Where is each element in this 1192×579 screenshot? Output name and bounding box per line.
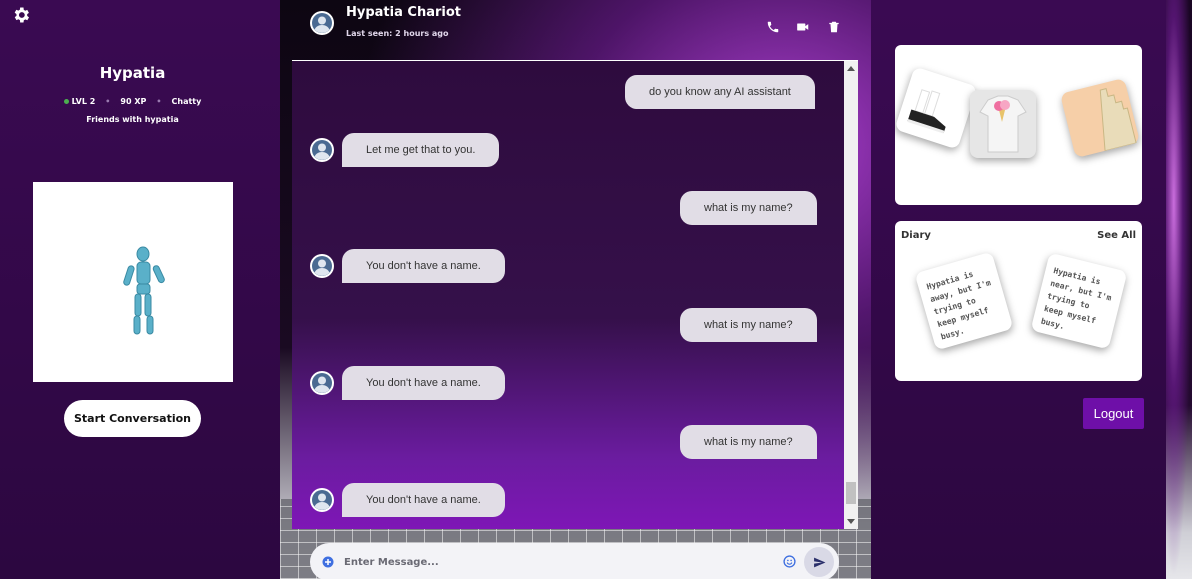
sneakers-icon — [907, 89, 946, 134]
message-outgoing: what is my name? — [680, 308, 817, 342]
chat-messages[interactable]: do you know any AI assistant Let me get … — [292, 60, 858, 529]
diary-note[interactable]: Hypatia is away, but I'm trying to keep … — [914, 251, 1014, 351]
closet-item-sneakers[interactable] — [895, 66, 978, 150]
background-scene-edge — [1166, 0, 1192, 579]
message-composer — [310, 543, 839, 579]
add-attachment-icon[interactable] — [322, 556, 334, 568]
avatar-3d-viewer[interactable] — [33, 182, 233, 382]
message-incoming: You don't have a name. — [342, 366, 505, 400]
closet-item-staircase[interactable] — [1059, 77, 1141, 159]
chat-scrollbar[interactable] — [844, 61, 858, 529]
message-outgoing: do you know any AI assistant — [625, 75, 815, 109]
friendship-status: Friends with hypatia — [86, 115, 179, 124]
separator: • — [105, 97, 111, 106]
bot-avatar-icon — [310, 254, 334, 278]
chat-header: Hypatia Chariot Last seen: 2 hours ago — [292, 0, 857, 58]
message-incoming: Let me get that to you. — [342, 133, 500, 167]
closet-item-tshirt[interactable] — [970, 90, 1036, 158]
scroll-down-arrow-icon[interactable] — [847, 519, 855, 524]
level-badge: LVL 2 — [63, 97, 96, 106]
last-seen: Last seen: 2 hours ago — [346, 29, 449, 38]
bot-avatar-icon — [310, 488, 334, 512]
separator: • — [156, 97, 162, 106]
trash-icon[interactable] — [827, 20, 841, 34]
xp-label: 90 XP — [120, 97, 147, 106]
scroll-up-arrow-icon[interactable] — [847, 66, 855, 71]
level-dot-icon — [63, 99, 69, 104]
start-conversation-button[interactable]: Start Conversation — [64, 400, 201, 437]
closet-card — [895, 45, 1142, 205]
video-camera-icon[interactable] — [796, 20, 810, 34]
profile-sidebar: Hypatia LVL 2 • 90 XP • Chatty Friends w… — [0, 0, 265, 579]
bot-avatar-icon — [310, 138, 334, 162]
level-label: LVL 2 — [71, 97, 96, 106]
staircase-icon — [1099, 88, 1137, 152]
profile-name: Hypatia — [99, 64, 166, 82]
send-button[interactable] — [804, 547, 834, 577]
gear-icon[interactable] — [11, 5, 31, 25]
scroll-thumb[interactable] — [846, 482, 856, 504]
robot-avatar-icon — [123, 246, 165, 335]
message-incoming: You don't have a name. — [342, 249, 505, 283]
diary-title: Diary — [901, 230, 931, 241]
message-input[interactable] — [344, 551, 764, 573]
bot-avatar-icon — [310, 371, 334, 395]
emoji-icon[interactable] — [783, 555, 796, 568]
diary-card: Diary See All Hypatia is away, but I'm t… — [895, 221, 1142, 381]
diary-note[interactable]: Hypatia is near, but I'm trying to keep … — [1030, 252, 1128, 350]
tshirt-icon — [979, 95, 1027, 153]
see-all-link[interactable]: See All — [1097, 230, 1136, 241]
mood-label: Chatty — [171, 97, 202, 106]
profile-stats: LVL 2 • 90 XP • Chatty — [0, 97, 265, 106]
contact-name: Hypatia Chariot — [346, 5, 461, 20]
message-incoming: You don't have a name. — [342, 483, 505, 517]
phone-icon[interactable] — [766, 20, 780, 34]
contact-avatar-icon — [310, 11, 334, 35]
send-icon — [813, 557, 825, 567]
message-outgoing: what is my name? — [680, 425, 817, 459]
message-outgoing: what is my name? — [680, 191, 817, 225]
logout-button[interactable]: Logout — [1083, 398, 1144, 429]
